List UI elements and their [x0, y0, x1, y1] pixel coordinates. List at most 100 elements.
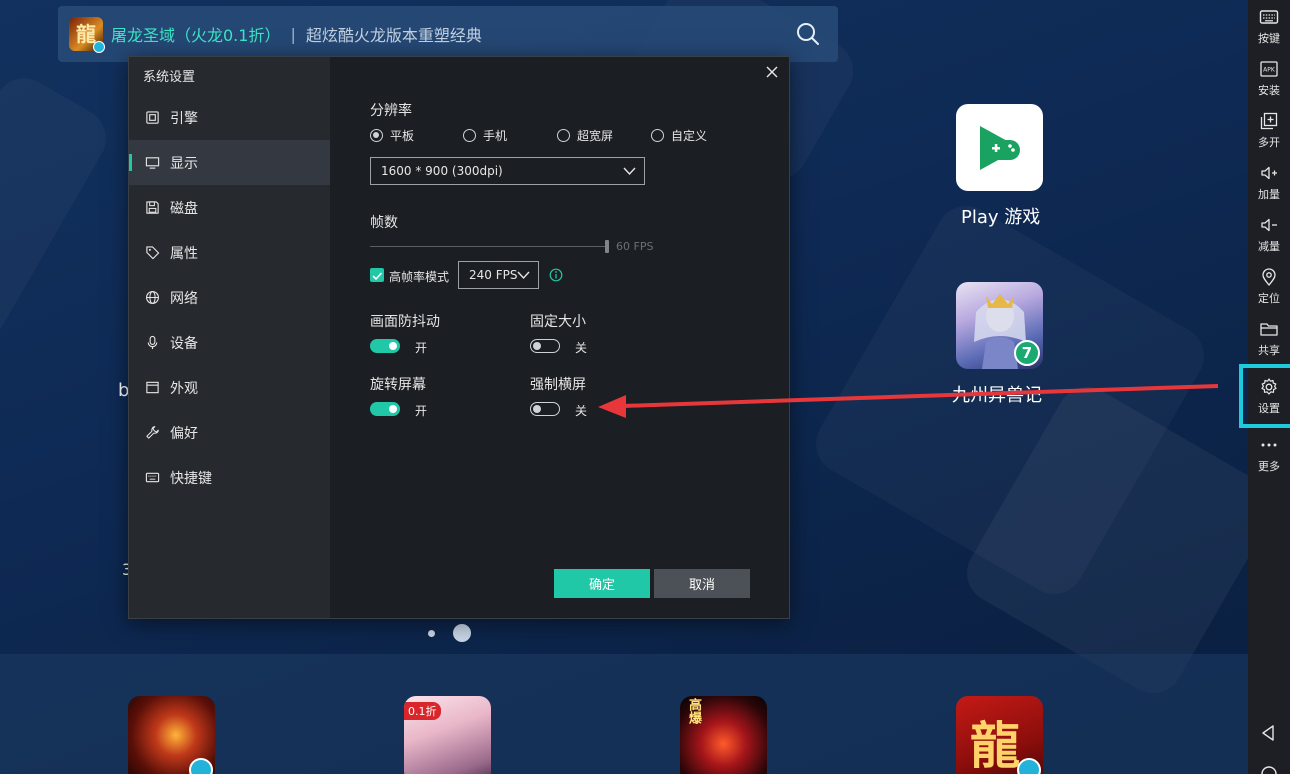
nav-label: 快捷键: [170, 470, 212, 487]
nav-label: 偏好: [170, 425, 198, 442]
chevron-down-icon: [517, 271, 530, 280]
bg-shape: [0, 67, 117, 352]
radio-label: 超宽屏: [577, 129, 614, 143]
radio-circle: [651, 129, 664, 142]
radio-ultrawide[interactable]: 超宽屏: [557, 127, 651, 144]
info-icon[interactable]: [549, 268, 563, 282]
toolbar-volume-up[interactable]: 加量: [1248, 156, 1290, 208]
dock-tag: 0.1折: [404, 702, 441, 720]
app-play-games[interactable]: Play 游戏: [956, 104, 1043, 228]
rotate-screen-toggle[interactable]: [370, 402, 400, 416]
nav-item-network[interactable]: 网络: [129, 275, 330, 320]
more-dots-icon: [1261, 443, 1277, 446]
toolbar-label: 设置: [1258, 401, 1280, 415]
volume-down-icon: [1261, 218, 1277, 231]
search-icon[interactable]: [796, 22, 820, 46]
toolbar-label: 共享: [1258, 343, 1280, 357]
nav-item-properties[interactable]: 属性: [129, 230, 330, 275]
gear-icon: [1261, 377, 1277, 395]
monitor-icon: [145, 157, 160, 169]
toolbar-keymap[interactable]: 按键: [1248, 0, 1290, 52]
microphone-icon: [147, 335, 158, 350]
anti-shake-toggle[interactable]: [370, 339, 400, 353]
fps-slider-track[interactable]: [370, 246, 606, 247]
cancel-button[interactable]: 取消: [654, 569, 750, 598]
radio-label: 自定义: [671, 129, 708, 143]
search-game-subtitle[interactable]: 超炫酷火龙版本重塑经典: [306, 22, 482, 46]
nav-label: 显示: [170, 155, 198, 172]
multi-window-icon: [1260, 112, 1278, 129]
high-fps-select[interactable]: 240 FPS: [458, 261, 539, 289]
nav-item-engine[interactable]: 引擎: [129, 95, 330, 140]
toolbar-label: 按键: [1258, 31, 1280, 45]
dock-tag: 龍: [970, 716, 1020, 774]
dock-app-dragon[interactable]: 龍: [956, 696, 1043, 774]
nav-item-shortcuts[interactable]: 快捷键: [129, 455, 330, 500]
radio-phone[interactable]: 手机: [463, 127, 557, 144]
fps-slider-thumb[interactable]: [605, 240, 609, 253]
toolbar-multi-instance[interactable]: 多开: [1248, 104, 1290, 156]
radio-circle: [463, 129, 476, 142]
app-label: 九州异兽记: [952, 385, 1042, 406]
toolbar-label: 安装: [1258, 83, 1280, 97]
force-landscape-toggle[interactable]: [530, 402, 560, 416]
search-separator: |: [290, 24, 296, 44]
search-bar[interactable]: 龍 屠龙圣域（火龙0.1折） | 超炫酷火龙版本重塑经典: [58, 6, 838, 62]
app-label: Play 游戏: [961, 207, 1041, 228]
toolbar-label: 加量: [1258, 187, 1280, 201]
dock-app-warrior[interactable]: 高爆: [680, 696, 767, 774]
rotate-screen-label: 旋转屏幕: [370, 377, 426, 393]
back-triangle-icon[interactable]: [1260, 724, 1278, 742]
dock-tag: 高爆: [686, 698, 701, 724]
toolbar-settings[interactable]: 设置: [1239, 364, 1290, 428]
high-fps-checkbox[interactable]: [370, 268, 384, 282]
nav-item-device[interactable]: 设备: [129, 320, 330, 365]
keyboard-icon: [145, 472, 160, 483]
toolbar-volume-down[interactable]: 减量: [1248, 208, 1290, 260]
featured-game-icon[interactable]: 龍: [69, 17, 105, 53]
nav-item-preferences[interactable]: 偏好: [129, 410, 330, 455]
game-icon-glyph: 龍: [76, 22, 96, 46]
toolbar-share-folder[interactable]: 共享: [1248, 312, 1290, 364]
dialog-title: 系统设置: [143, 70, 196, 85]
toolbar-nav-group: [1248, 724, 1290, 774]
page-dot[interactable]: [428, 629, 435, 637]
nav-item-appearance[interactable]: 外观: [129, 365, 330, 410]
toolbar-label: 减量: [1258, 239, 1280, 253]
dock-badge-icon: [1017, 758, 1041, 774]
tag-icon: [146, 246, 160, 260]
dock-app-legend[interactable]: [128, 696, 215, 774]
chip-icon: [146, 111, 159, 124]
toolbar-install-apk[interactable]: APK 安装: [1248, 52, 1290, 104]
resolution-radio-group: 平板 手机 超宽屏 自定义: [370, 127, 707, 144]
home-circle-icon[interactable]: [1260, 764, 1278, 774]
ok-button[interactable]: 确定: [554, 569, 650, 598]
toolbar-more[interactable]: 更多: [1248, 428, 1290, 480]
apk-icon: APK: [1260, 60, 1278, 77]
close-icon[interactable]: [765, 65, 779, 79]
resolution-select[interactable]: 1600 * 900 (300dpi): [370, 157, 645, 185]
dock-badge-icon: [189, 758, 213, 774]
toolbar-location[interactable]: 定位: [1248, 260, 1290, 312]
keyboard-icon: [1259, 9, 1279, 24]
fixed-size-toggle[interactable]: [530, 339, 560, 353]
high-fps-label: 高帧率模式: [389, 270, 450, 284]
page-dot-active[interactable]: [453, 624, 471, 642]
app-badge: 7: [1014, 340, 1040, 366]
anti-shake-label: 画面防抖动: [370, 314, 440, 330]
nav-item-display[interactable]: 显示: [129, 140, 330, 185]
nav-item-disk[interactable]: 磁盘: [129, 185, 330, 230]
app-jiuzhou[interactable]: 7 九州异兽记: [952, 282, 1043, 406]
radio-label: 平板: [390, 129, 415, 143]
nav-label: 磁盘: [170, 200, 198, 217]
play-games-icon: [956, 104, 1043, 191]
radio-tablet[interactable]: 平板: [370, 127, 463, 144]
force-landscape-state: 关: [575, 404, 588, 418]
page-indicator[interactable]: [428, 624, 471, 642]
radio-custom[interactable]: 自定义: [651, 127, 707, 144]
dock-app-fairy[interactable]: 0.1折: [404, 696, 491, 774]
search-game-title[interactable]: 屠龙圣域（火龙0.1折）: [111, 22, 280, 46]
toolbar-label: 更多: [1258, 459, 1280, 473]
jiuzhou-game-icon: 7: [956, 282, 1043, 369]
globe-icon: [146, 291, 159, 304]
